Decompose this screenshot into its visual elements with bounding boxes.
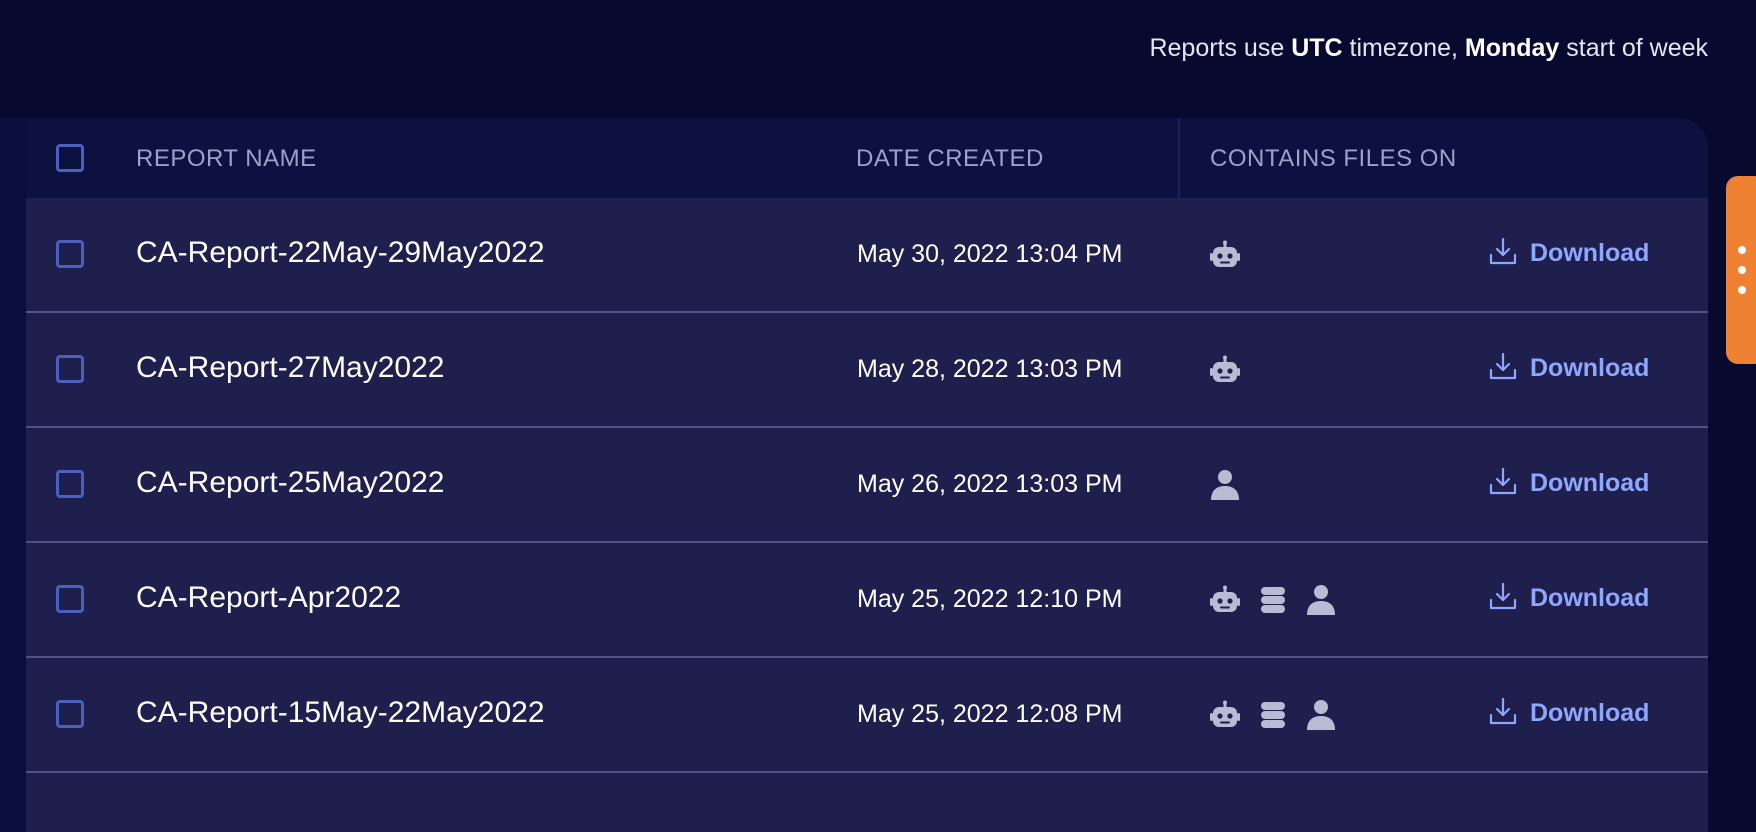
side-panel-toggle[interactable]	[1726, 176, 1756, 364]
robot-icon	[1210, 699, 1240, 731]
column-header-date-created[interactable]: DATE CREATED	[856, 145, 1044, 173]
download-label: Download	[1530, 239, 1650, 267]
timezone-note-prefix: Reports use	[1149, 34, 1292, 62]
timezone-note-middle: timezone,	[1342, 34, 1465, 62]
download-label: Download	[1530, 469, 1650, 497]
row-checkbox[interactable]	[56, 240, 84, 268]
top-bar: Reports use UTC timezone, Monday start o…	[0, 0, 1756, 118]
column-divider	[1178, 118, 1180, 198]
report-name[interactable]: CA-Report-27May2022	[136, 351, 444, 385]
database-icon	[1258, 699, 1288, 731]
files-on-icons	[1210, 583, 1336, 617]
download-icon	[1488, 696, 1518, 731]
select-all-checkbox[interactable]	[56, 144, 84, 172]
row-checkbox[interactable]	[56, 585, 84, 613]
files-on-icons	[1210, 353, 1240, 387]
timezone-note-suffix: start of week	[1559, 34, 1708, 62]
table-row: CA-Report-Apr2022 May 25, 2022 12:10 PM Do…	[26, 543, 1708, 658]
date-created: May 28, 2022 13:03 PM	[857, 355, 1123, 383]
files-on-icons	[1210, 698, 1336, 732]
table-header: REPORT NAME DATE CREATED CONTAINS FILES …	[26, 118, 1708, 198]
table-row: CA-Report-25May2022 May 26, 2022 13:03 PM…	[26, 428, 1708, 543]
timezone-value: UTC	[1291, 34, 1343, 62]
column-header-report-name[interactable]: REPORT NAME	[136, 145, 317, 173]
more-vertical-icon-dot	[1738, 286, 1746, 294]
column-header-contains-files-on: CONTAINS FILES ON	[1210, 145, 1457, 172]
more-vertical-icon-dot	[1738, 246, 1746, 254]
date-created: May 30, 2022 13:04 PM	[857, 240, 1123, 268]
row-checkbox[interactable]	[56, 470, 84, 498]
files-on-icons	[1210, 468, 1240, 502]
date-created: May 25, 2022 12:08 PM	[857, 700, 1123, 728]
report-name[interactable]: CA-Report-15May-22May2022	[136, 696, 545, 730]
download-button[interactable]: Download	[1488, 696, 1649, 731]
row-checkbox[interactable]	[56, 700, 84, 728]
download-icon	[1488, 236, 1518, 271]
more-vertical-icon-dot	[1738, 266, 1746, 274]
download-button[interactable]: Download	[1488, 581, 1649, 616]
download-label: Download	[1530, 584, 1650, 612]
robot-icon	[1210, 354, 1240, 386]
date-created: May 25, 2022 12:10 PM	[857, 585, 1123, 613]
download-label: Download	[1530, 354, 1650, 382]
timezone-note: Reports use UTC timezone, Monday start o…	[1149, 34, 1708, 63]
table-row: CA-Report-27May2022 May 28, 2022 13:03 PM…	[26, 313, 1708, 428]
download-button[interactable]: Download	[1488, 236, 1649, 271]
download-label: Download	[1530, 699, 1650, 727]
user-icon	[1306, 699, 1336, 731]
robot-icon	[1210, 584, 1240, 616]
reports-table: REPORT NAME DATE CREATED CONTAINS FILES …	[26, 118, 1708, 832]
download-icon	[1488, 351, 1518, 386]
report-name[interactable]: CA-Report-25May2022	[136, 466, 444, 500]
report-name[interactable]: CA-Report-22May-29May2022	[136, 236, 545, 270]
files-on-icons	[1210, 238, 1240, 272]
download-icon	[1488, 466, 1518, 501]
left-panel-edge	[0, 118, 26, 832]
date-created: May 26, 2022 13:03 PM	[857, 470, 1123, 498]
user-icon	[1306, 584, 1336, 616]
table-row: CA-Report-15May-22May2022 May 25, 2022 12…	[26, 658, 1708, 773]
download-icon	[1488, 581, 1518, 616]
report-name[interactable]: CA-Report-Apr2022	[136, 581, 401, 615]
row-checkbox[interactable]	[56, 355, 84, 383]
database-icon	[1258, 584, 1288, 616]
download-button[interactable]: Download	[1488, 466, 1649, 501]
table-row: CA-Report-22May-29May2022 May 30, 2022 13…	[26, 198, 1708, 313]
week-start-value: Monday	[1464, 34, 1560, 62]
user-icon	[1210, 469, 1240, 501]
download-button[interactable]: Download	[1488, 351, 1649, 386]
robot-icon	[1210, 239, 1240, 271]
